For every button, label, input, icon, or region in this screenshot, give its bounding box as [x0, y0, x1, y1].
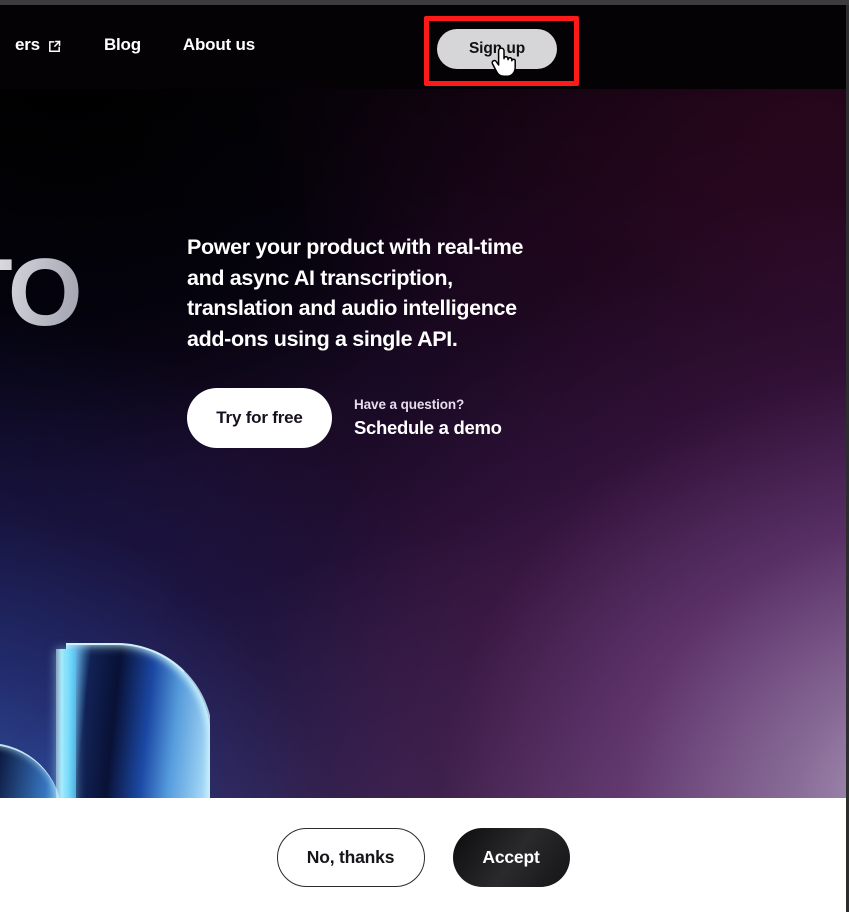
cookie-decline-button[interactable]: No, thanks	[276, 828, 425, 887]
nav-link-developers[interactable]: ers	[0, 35, 83, 55]
cookie-accept-button[interactable]: Accept	[452, 828, 570, 887]
screenshot-root: TO Power your product with real-time and…	[0, 0, 849, 912]
hero-background	[0, 5, 846, 912]
try-for-free-button[interactable]: Try for free	[187, 388, 332, 448]
cookie-consent-banner: No, thanks Accept	[0, 798, 846, 912]
external-link-icon	[47, 39, 62, 54]
schedule-demo-block: Have a question? Schedule a demo	[354, 397, 502, 439]
have-a-question-label: Have a question?	[354, 397, 465, 412]
sign-up-button[interactable]: Sign up	[437, 29, 557, 69]
nav-link-developers-label: ers	[15, 35, 40, 54]
nav-link-about-us[interactable]: About us	[162, 35, 276, 55]
glass-post-shape	[56, 649, 76, 815]
browser-chrome-strip	[0, 0, 849, 5]
nav-link-blog[interactable]: Blog	[83, 35, 162, 55]
hero-subtitle: Power your product with real-time and as…	[187, 235, 524, 351]
page-viewport: TO Power your product with real-time and…	[0, 5, 846, 912]
site-navbar: ers Blog About us Sign up	[0, 5, 846, 89]
hero-title-fragment: TO	[0, 245, 83, 341]
hero-cta-row: Try for free Have a question? Schedule a…	[187, 388, 502, 448]
glass-artwork	[0, 635, 210, 815]
schedule-a-demo-link[interactable]: Schedule a demo	[354, 417, 502, 439]
nav-links-group: ers Blog About us	[0, 35, 276, 55]
